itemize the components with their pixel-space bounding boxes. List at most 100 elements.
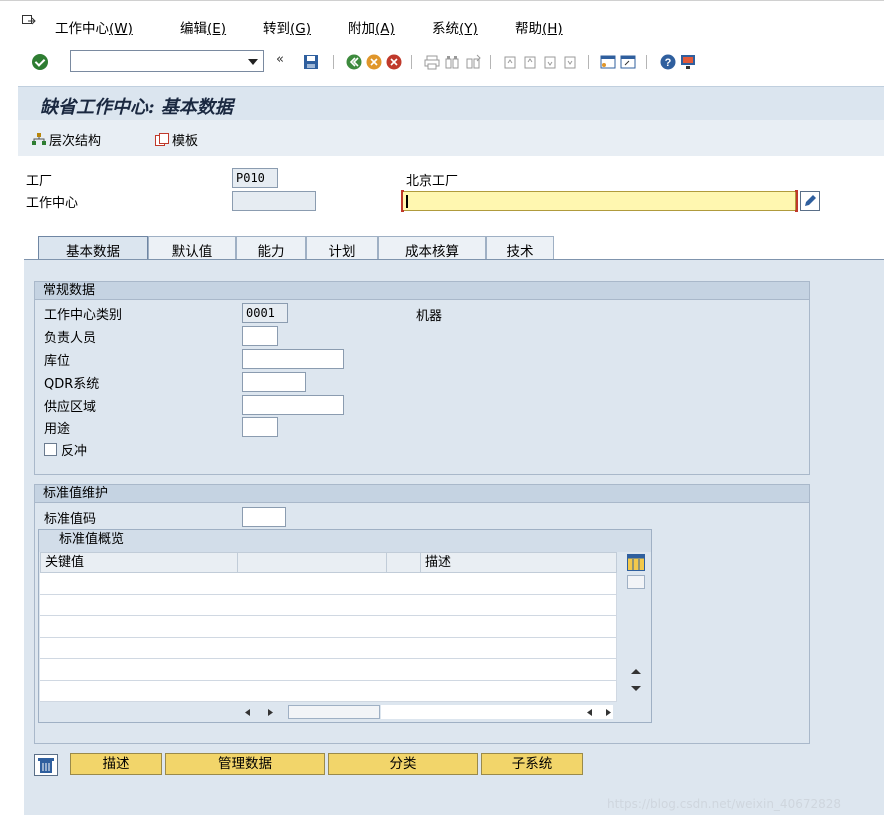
scroll-right-icon[interactable] <box>266 708 274 717</box>
table-cell[interactable] <box>386 637 421 659</box>
table-cell[interactable] <box>40 573 238 595</box>
find-next-icon[interactable] <box>465 54 481 70</box>
table-vertical-scrollbar[interactable] <box>624 573 648 701</box>
chevron-down-icon[interactable] <box>248 59 258 65</box>
table-cell[interactable] <box>386 659 421 681</box>
scroll-left-icon-2[interactable] <box>586 708 594 717</box>
category-value: 0001 <box>246 306 275 320</box>
back-icon[interactable] <box>346 54 362 70</box>
table-cell[interactable] <box>420 680 617 702</box>
supply-area-input[interactable] <box>242 395 344 415</box>
column-header-blank[interactable] <box>237 552 387 573</box>
shortcut-icon[interactable] <box>620 54 636 70</box>
scroll-down-icon[interactable] <box>630 685 642 693</box>
standard-value-key-input[interactable] <box>242 507 286 527</box>
storage-location-input[interactable] <box>242 349 344 369</box>
backflush-checkbox[interactable] <box>44 443 57 456</box>
description-button[interactable]: 描述 <box>70 753 162 775</box>
next-page-icon[interactable] <box>542 54 558 70</box>
find-icon[interactable] <box>444 54 460 70</box>
table-cell[interactable] <box>420 637 617 659</box>
collapse-chevron-icon[interactable]: « <box>276 52 284 67</box>
save-icon[interactable] <box>303 54 319 70</box>
category-text: 机器 <box>416 309 443 324</box>
workcenter-field[interactable] <box>232 191 316 211</box>
table-cell[interactable] <box>40 637 238 659</box>
tab-default-values[interactable]: 默认值 <box>148 236 236 260</box>
last-page-icon[interactable] <box>562 54 578 70</box>
menu-extras[interactable]: 附加(A) <box>348 17 395 37</box>
table-cell[interactable] <box>420 616 617 638</box>
tab-technical[interactable]: 技术 <box>486 236 554 260</box>
tab-costing[interactable]: 成本核算 <box>378 236 486 260</box>
hierarchy-button[interactable]: 层次结构 <box>32 130 101 149</box>
print-icon[interactable] <box>424 54 440 70</box>
table-cell[interactable] <box>420 659 617 681</box>
workcenter-description-input[interactable] <box>401 190 798 212</box>
menu-help[interactable]: 帮助(H) <box>515 17 563 37</box>
table-cell[interactable] <box>40 680 238 702</box>
tab-capacity[interactable]: 能力 <box>236 236 306 260</box>
enter-check-icon[interactable] <box>32 54 48 70</box>
table-cell[interactable] <box>386 594 421 616</box>
plant-field[interactable]: P010 <box>232 168 278 188</box>
help-icon[interactable]: ? <box>660 54 676 70</box>
subsystem-button[interactable]: 子系统 <box>481 753 583 775</box>
screen-title-bar: 缺省工作中心: 基本数据 <box>18 86 884 120</box>
cancel-icon[interactable] <box>386 54 402 70</box>
menu-workcenter[interactable]: 工作中心(W) <box>55 17 133 37</box>
table-cell[interactable] <box>40 659 238 681</box>
tab-scheduling[interactable]: 计划 <box>306 236 378 260</box>
watermark-text: https://blog.csdn.net/weixin_40672828 <box>607 797 842 811</box>
scroll-up-icon[interactable] <box>630 667 642 675</box>
scrollbar-thumb[interactable] <box>627 575 645 589</box>
table-cell[interactable] <box>420 573 617 595</box>
column-header-description[interactable]: 描述 <box>420 552 617 573</box>
delete-trash-icon[interactable] <box>34 754 58 776</box>
usage-label: 用途 <box>44 422 71 437</box>
table-horizontal-scrollbar[interactable] <box>40 702 622 722</box>
command-field[interactable] <box>70 50 264 72</box>
customize-layout-icon[interactable] <box>680 54 696 70</box>
table-cell[interactable] <box>237 659 387 681</box>
table-cell[interactable] <box>237 594 387 616</box>
standard-value-overview-title: 标准值概览 <box>39 530 651 552</box>
horizontal-scrollbar-thumb[interactable] <box>288 705 380 719</box>
table-cell[interactable] <box>237 616 387 638</box>
table-cell[interactable] <box>237 680 387 702</box>
table-cell[interactable] <box>40 594 238 616</box>
long-text-edit-icon[interactable] <box>800 191 820 211</box>
table-cell[interactable] <box>40 616 238 638</box>
exit-icon[interactable] <box>366 54 382 70</box>
scroll-right-icon-2[interactable] <box>604 708 612 717</box>
menu-goto[interactable]: 转到(G) <box>263 17 311 37</box>
admin-data-button[interactable]: 管理数据 <box>165 753 325 775</box>
table-cell[interactable] <box>420 594 617 616</box>
table-settings-icon[interactable] <box>627 554 645 571</box>
backflush-label: 反冲 <box>61 444 88 459</box>
scroll-left-icon[interactable] <box>244 708 252 717</box>
table-cell[interactable] <box>237 573 387 595</box>
usage-input[interactable] <box>242 417 278 437</box>
qdr-system-input[interactable] <box>242 372 306 392</box>
first-page-icon[interactable] <box>502 54 518 70</box>
new-session-icon[interactable] <box>600 54 616 70</box>
column-header-unit[interactable] <box>386 552 421 573</box>
general-data-title: 常规数据 <box>35 282 809 300</box>
table-cell[interactable] <box>386 573 421 595</box>
template-button[interactable]: 模板 <box>155 130 198 149</box>
horizontal-scrollbar-track[interactable] <box>381 705 613 719</box>
classification-button[interactable]: 分类 <box>328 753 478 775</box>
table-cell[interactable] <box>237 637 387 659</box>
table-cell[interactable] <box>386 616 421 638</box>
previous-page-icon[interactable] <box>522 54 538 70</box>
menu-system[interactable]: 系统(Y) <box>432 17 478 37</box>
column-header-key[interactable]: 关键值 <box>40 552 238 573</box>
plant-label: 工厂 <box>26 174 53 189</box>
category-field[interactable]: 0001 <box>242 303 288 323</box>
menu-edit[interactable]: 编辑(E) <box>180 17 226 37</box>
person-responsible-input[interactable] <box>242 326 278 346</box>
tab-basic-data[interactable]: 基本数据 <box>38 236 148 261</box>
table-cell[interactable] <box>386 680 421 702</box>
menu-exit-icon[interactable] <box>22 15 36 27</box>
